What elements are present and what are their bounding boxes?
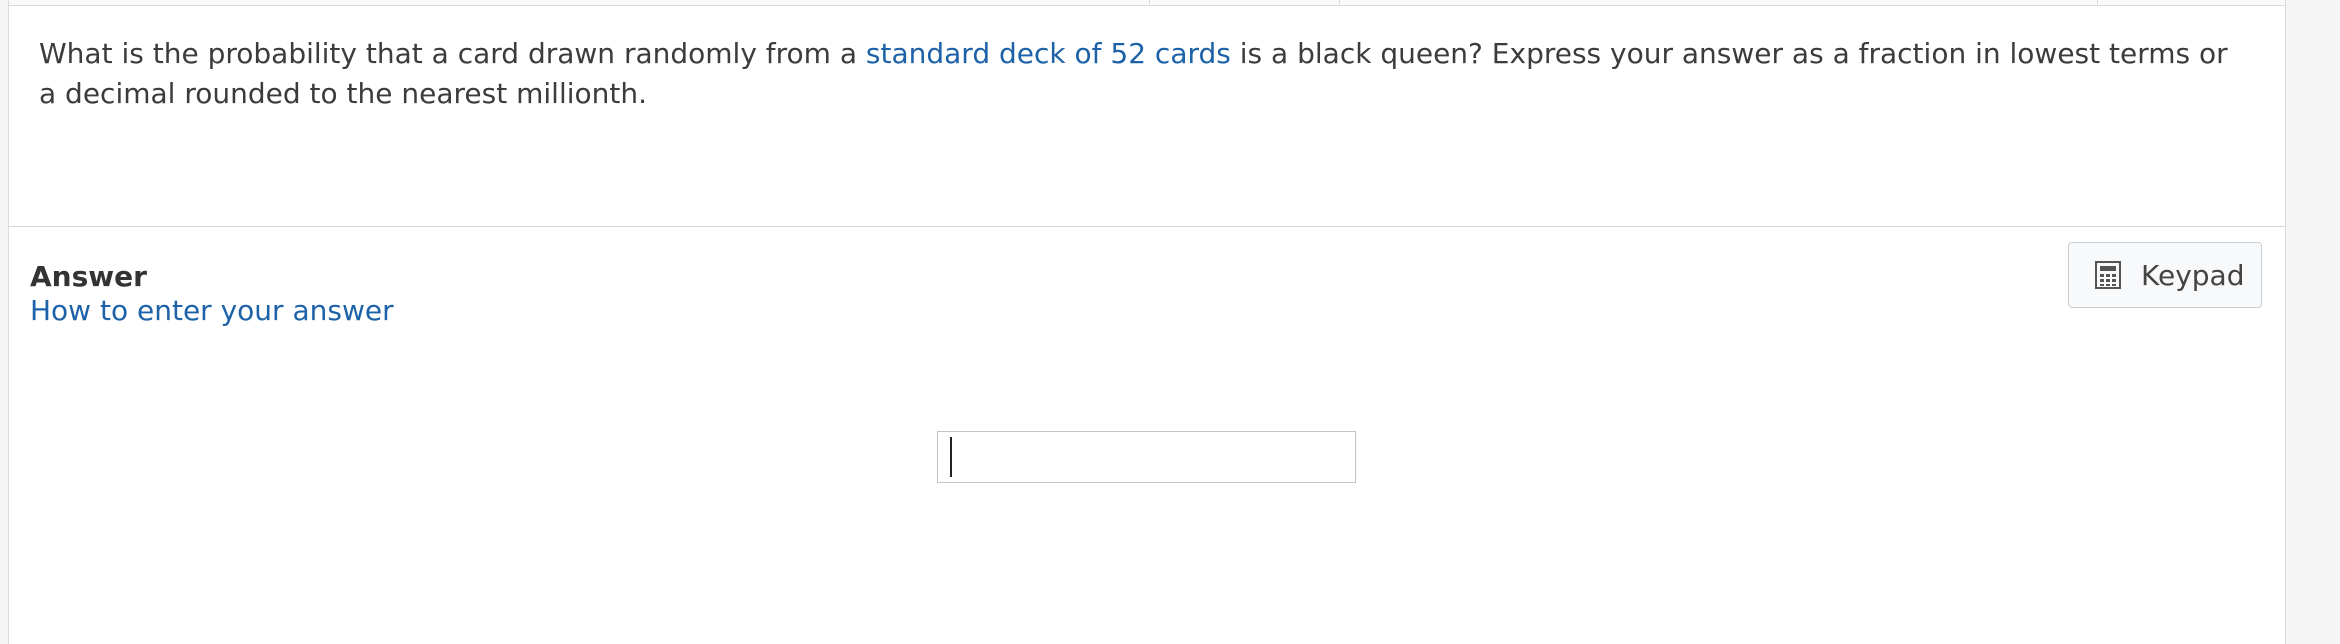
answer-label: Answer	[30, 260, 147, 293]
deck-of-cards-link[interactable]: standard deck of 52 cards	[866, 37, 1231, 70]
section-divider	[9, 226, 2285, 227]
top-strip-divider	[1149, 0, 1150, 5]
top-strip-divider	[1339, 0, 1340, 5]
question-text: What is the probability that a card draw…	[39, 34, 2239, 114]
text-cursor	[950, 437, 952, 477]
how-to-enter-answer-link[interactable]: How to enter your answer	[30, 294, 394, 327]
keypad-button[interactable]: Keypad	[2068, 242, 2262, 308]
calculator-icon	[2095, 261, 2121, 289]
top-strip	[9, 0, 2285, 6]
question-panel: What is the probability that a card draw…	[8, 0, 2286, 644]
answer-input[interactable]	[937, 431, 1356, 483]
question-text-before: What is the probability that a card draw…	[39, 37, 866, 70]
top-strip-divider	[2097, 0, 2098, 5]
keypad-label: Keypad	[2141, 258, 2245, 292]
